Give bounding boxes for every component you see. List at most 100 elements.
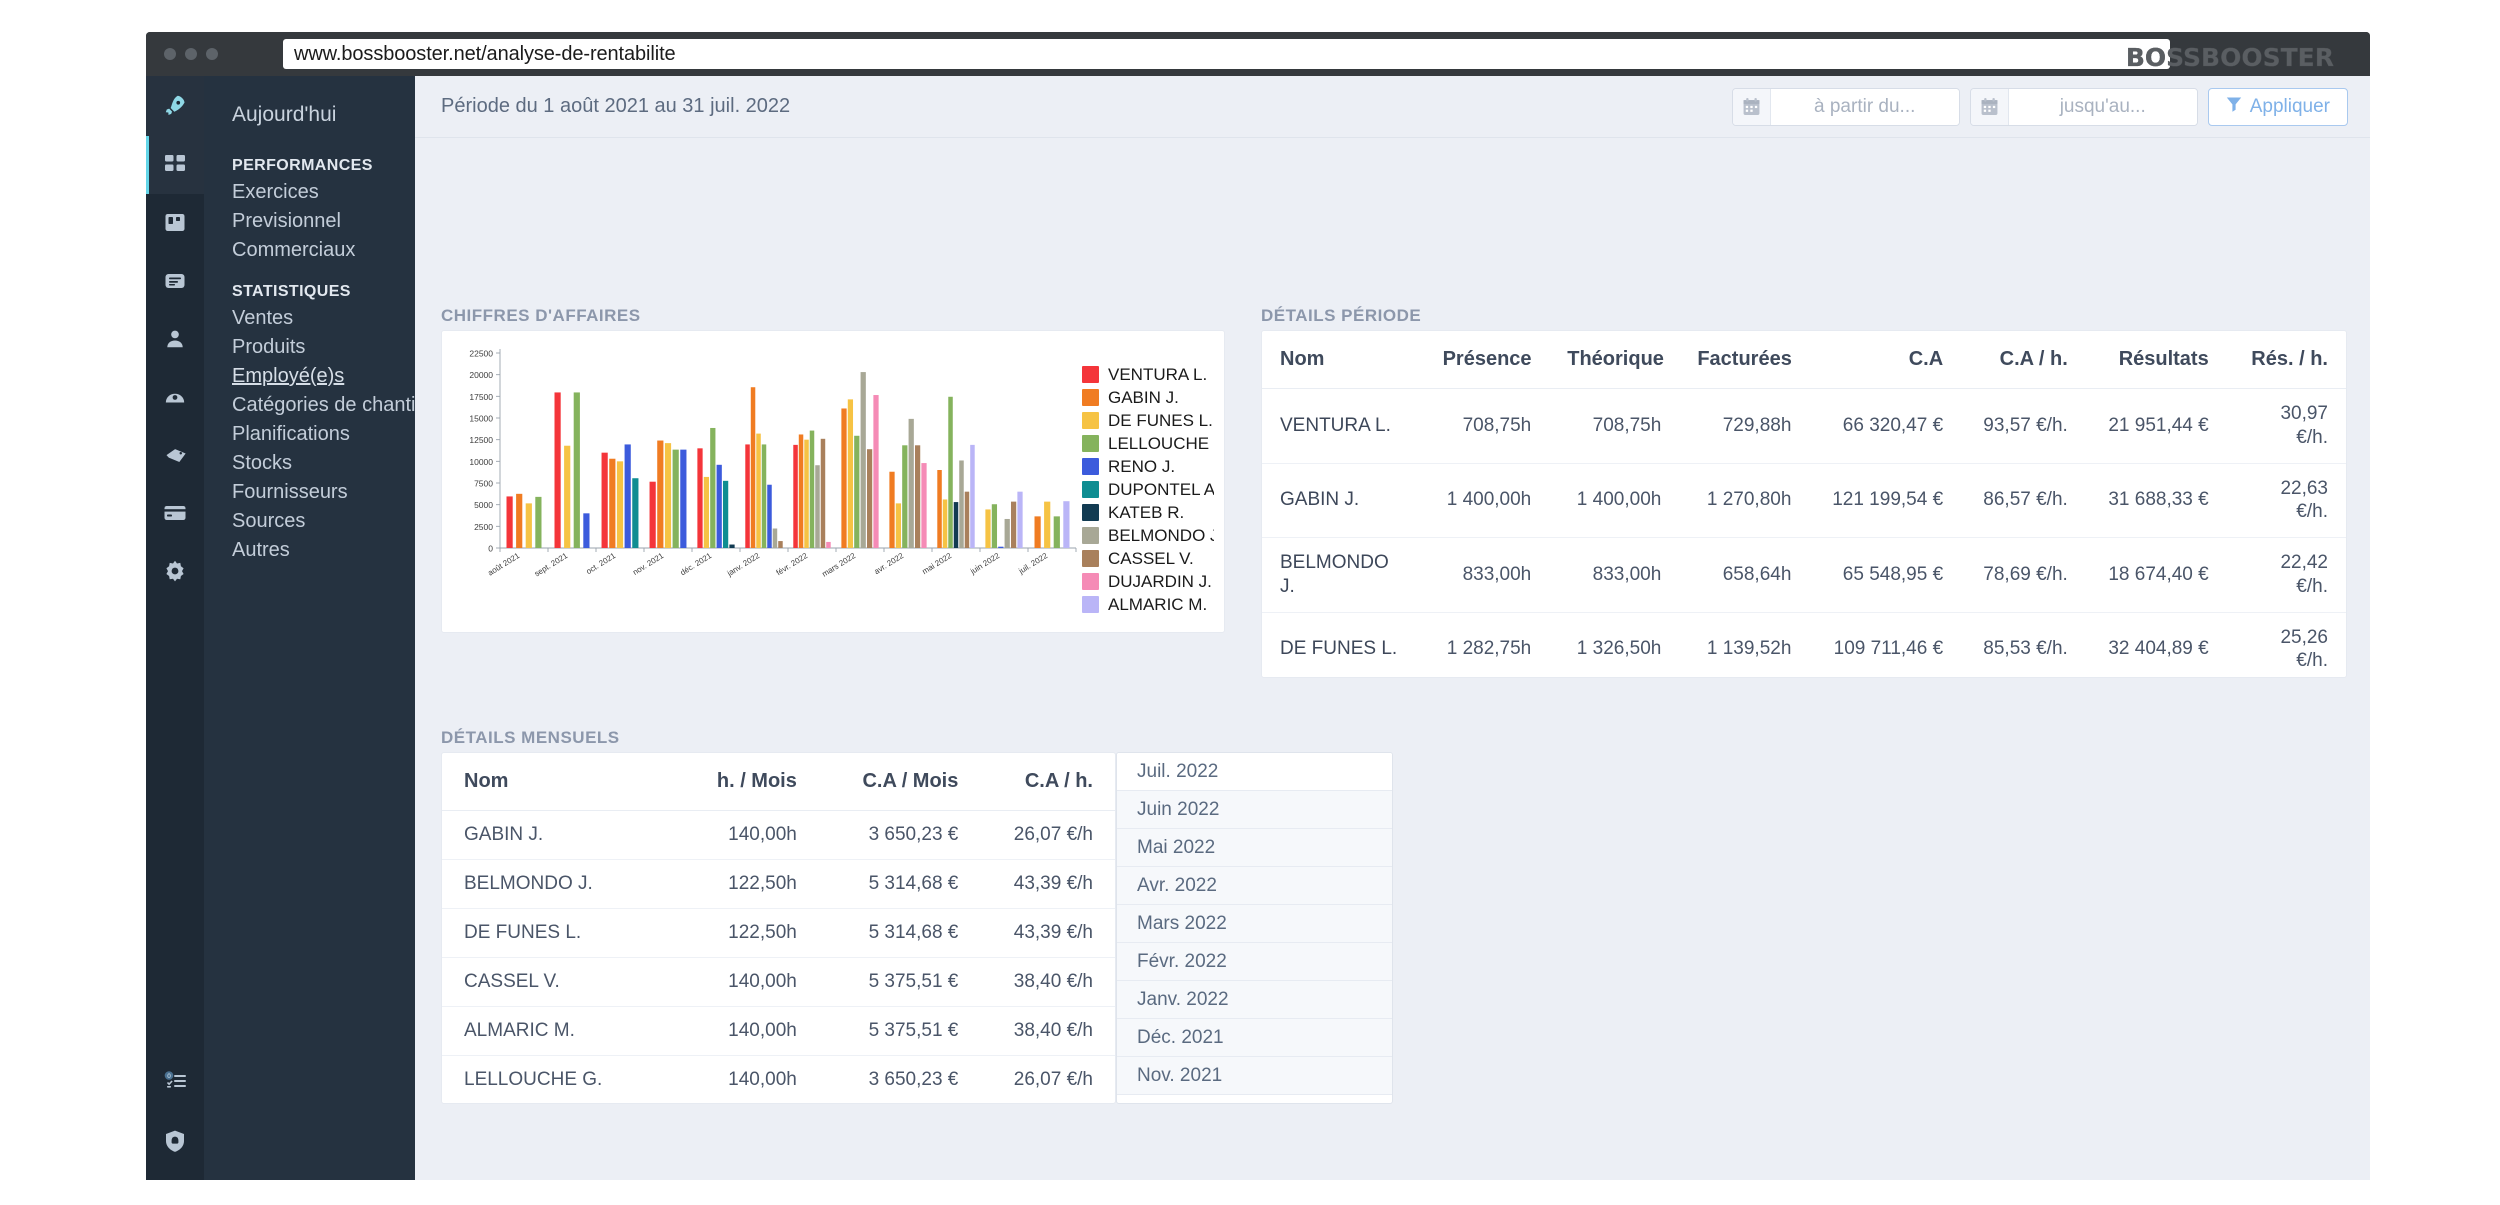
chart-bar[interactable] [525,503,532,548]
column-header[interactable]: Nom [1262,331,1425,389]
chart-bar[interactable] [750,387,756,548]
chart-bar[interactable] [573,392,580,548]
chart-bar[interactable] [657,440,664,548]
month-list-item[interactable]: Juin 2022 [1117,791,1392,829]
month-list-item[interactable]: Mai 2022 [1117,829,1392,867]
chart-bar[interactable] [778,541,783,548]
rail-item-kanban[interactable] [146,194,204,252]
chart-bar[interactable] [908,418,914,548]
chart-bar[interactable] [1063,501,1070,548]
chart-bar[interactable] [798,434,804,548]
table-row[interactable]: DE FUNES L. 1 282,75h 1 326,50h 1 139,52h 10… [1262,612,2346,677]
column-header[interactable]: C.A [1809,331,1962,389]
sidebar-item-previsionnel[interactable]: Previsionnel [204,207,415,236]
column-header[interactable]: Théorique [1549,331,1680,389]
sidebar-item-sources[interactable]: Sources [204,507,415,536]
chart-bar[interactable] [826,541,831,548]
legend-item[interactable]: RENO J. [1082,455,1214,478]
table-row[interactable]: GABIN J. 140,00h 3 650,23 €26,07 €/h [442,810,1115,860]
chart-bar[interactable] [937,470,942,548]
chart-bar[interactable] [889,471,895,548]
chart-bar[interactable] [649,481,656,548]
chart-bar[interactable] [1044,501,1051,548]
chart-bar[interactable] [632,478,639,548]
chart-bar[interactable] [1010,501,1017,548]
legend-item[interactable]: CASSEL V. [1082,547,1214,570]
column-header[interactable]: Nom [442,753,671,811]
chart-bar[interactable] [820,438,826,548]
rail-item-rocket[interactable] [146,76,204,136]
chart-bar[interactable] [664,443,672,548]
chart-bar[interactable] [697,448,703,548]
chart-bar[interactable] [902,445,908,548]
chart-bar[interactable] [535,496,542,548]
chart-bar[interactable] [860,372,866,548]
legend-item[interactable]: DE FUNES L. [1082,409,1214,432]
chart-bar[interactable] [847,399,854,548]
month-list-item[interactable]: Févr. 2022 [1117,943,1392,981]
legend-item[interactable]: BELMONDO J. [1082,524,1214,547]
date-from-field[interactable] [1731,88,1960,126]
chart-bar[interactable] [914,445,921,548]
table-row[interactable]: VENTURA L. 708,75h 708,75h 729,88h 66 320,47… [1262,388,2346,464]
close-window-dot[interactable] [164,48,176,60]
date-to-field[interactable] [1969,88,2198,126]
column-header[interactable]: C.A / h. [1961,331,2086,389]
table-row[interactable]: GABIN J. 1 400,00h 1 400,00h 1 270,80h 121 1… [1262,463,2346,538]
chart-bar[interactable] [854,435,860,548]
sidebar-item-commerciaux[interactable]: Commerciaux [204,236,415,265]
table-row[interactable]: DE FUNES L. 122,50h 5 314,68 €43,39 €/h [442,908,1115,958]
month-list-item[interactable]: Nov. 2021 [1117,1057,1392,1095]
chart-bar[interactable] [970,444,975,548]
column-header[interactable]: Rés. / h. [2226,331,2346,389]
chart-bar[interactable] [680,449,687,548]
rail-item-paiements[interactable] [146,484,204,542]
chart-bar[interactable] [710,427,716,548]
legend-item[interactable]: ALMARIC M. [1082,593,1214,616]
chart-bar[interactable] [554,392,561,548]
chart-bar[interactable] [761,444,767,548]
legend-item[interactable]: VENTURA L. [1082,363,1214,386]
chart-bar[interactable] [964,491,970,548]
chart-bar[interactable] [985,509,991,548]
month-list-item[interactable]: Janv. 2022 [1117,981,1392,1019]
chart-bar[interactable] [998,546,1004,548]
chart-bar[interactable] [1034,516,1041,548]
chart-bar[interactable] [953,502,959,548]
column-header[interactable]: C.A / h. [980,753,1115,811]
rail-item-dashboard[interactable] [146,136,204,194]
rail-item-settings[interactable] [146,542,204,600]
chart-bar[interactable] [809,430,815,548]
sidebar-item-aujourdhui[interactable]: Aujourd'hui [204,100,415,130]
sidebar-item-stocks[interactable]: Stocks [204,449,415,478]
column-header[interactable]: Présence [1424,331,1550,389]
rail-item-fournisseurs[interactable] [146,368,204,426]
date-from-input[interactable] [1770,89,1959,125]
table-row[interactable]: BELMONDO J. 122,50h 5 314,68 €43,39 €/h [442,859,1115,909]
window-controls[interactable] [164,48,218,60]
chart-bar[interactable] [1017,491,1023,548]
table-row[interactable]: ALMARIC M. 140,00h 5 375,51 €38,40 €/h [442,1006,1115,1056]
column-header[interactable]: Facturées [1679,331,1810,389]
address-bar[interactable]: www.bossbooster.net/analyse-de-rentabili… [283,39,2170,69]
sidebar-item-fournisseurs[interactable]: Fournisseurs [204,478,415,507]
chart-bar[interactable] [895,503,902,548]
sidebar-item-planifications[interactable]: Planifications [204,420,415,449]
chart-bar[interactable] [772,528,778,549]
rail-item-documents[interactable] [146,252,204,310]
month-list-item[interactable]: Juil. 2022 [1117,753,1392,791]
rail-item-clients[interactable] [146,310,204,368]
chart-bar[interactable] [815,465,820,548]
legend-item[interactable]: KATEB R. [1082,501,1214,524]
month-list-item[interactable]: Déc. 2021 [1117,1019,1392,1057]
sidebar-item-categories-chantiers[interactable]: Catégories de chantiers [204,391,443,420]
chart-bar[interactable] [722,480,729,548]
legend-item[interactable]: GABIN J. [1082,386,1214,409]
chart-bar[interactable] [624,444,631,548]
minimize-window-dot[interactable] [185,48,197,60]
sidebar-item-autres[interactable]: Autres [204,536,415,565]
legend-item[interactable]: DUPONTEL A. [1082,478,1214,501]
sidebar-item-ventes[interactable]: Ventes [204,304,415,333]
chart-bar[interactable] [1053,516,1060,548]
chart-bar[interactable] [921,463,927,548]
